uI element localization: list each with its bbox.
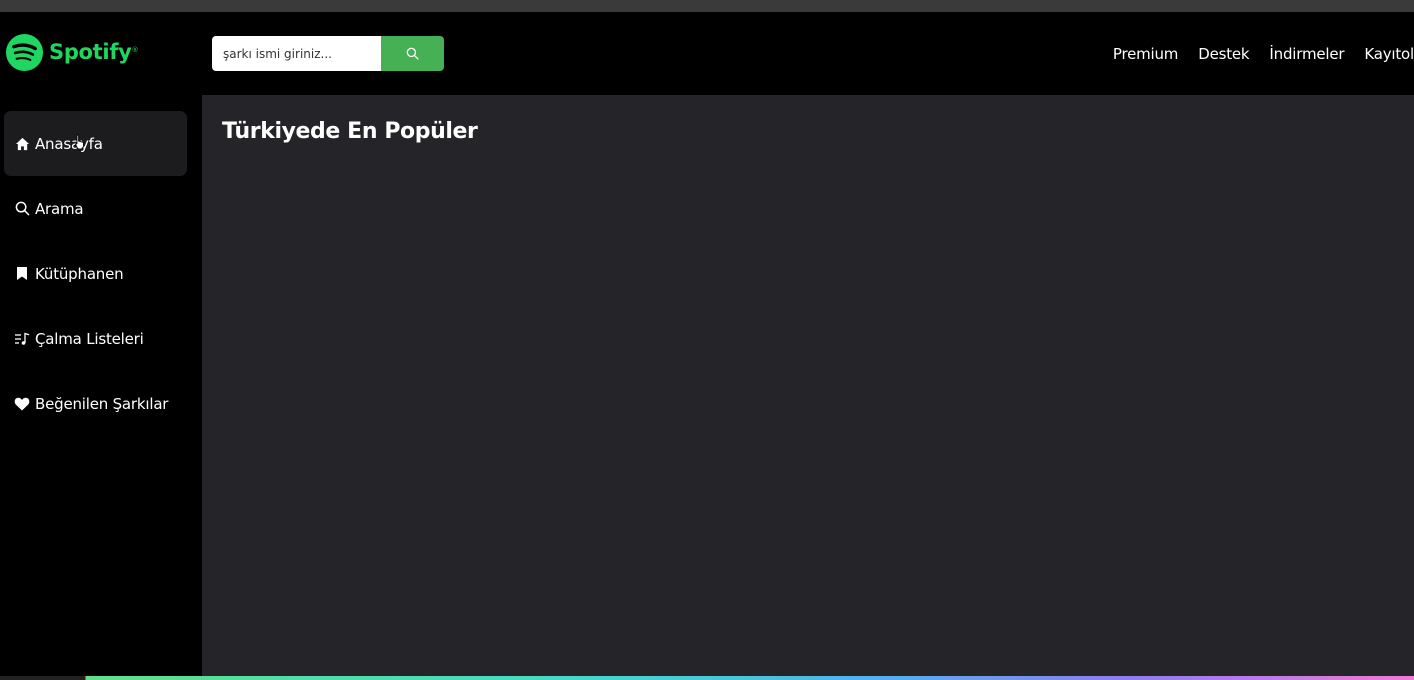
nav-kayitol[interactable]: Kayıtol xyxy=(1364,45,1414,63)
home-icon xyxy=(14,136,30,152)
sidebar-item-begenilen-sarkilar[interactable]: Beğenilen Şarkılar xyxy=(4,371,187,436)
sidebar-item-kutuphanen[interactable]: Kütüphanen xyxy=(4,241,187,306)
sidebar-item-label: Çalma Listeleri xyxy=(35,329,144,348)
nav-premium[interactable]: Premium xyxy=(1113,45,1179,63)
sidebar-item-label: Arama xyxy=(35,199,84,218)
top-header: Spotify ® Premium Destek İndirmeler Kayı… xyxy=(0,12,1414,95)
sidebar: Anasayfa Arama Kütüphanen Çalma Listeler… xyxy=(0,95,202,680)
sidebar-item-label: Beğenilen Şarkılar xyxy=(35,394,169,413)
heart-icon xyxy=(14,396,30,412)
bookmark-icon xyxy=(14,266,30,282)
nav-indirmeler[interactable]: İndirmeler xyxy=(1269,45,1344,63)
top-nav: Premium Destek İndirmeler Kayıtol xyxy=(1093,12,1414,95)
sidebar-item-arama[interactable]: Arama xyxy=(4,176,187,241)
search-button[interactable] xyxy=(381,36,444,71)
page-title: Türkiyede En Popüler xyxy=(222,119,478,144)
sidebar-item-calma-listeleri[interactable]: Çalma Listeleri xyxy=(4,306,187,371)
main-content: Türkiyede En Popüler xyxy=(202,95,1414,676)
sidebar-item-label: Kütüphanen xyxy=(35,264,124,283)
search-icon xyxy=(406,47,419,60)
window-top-strip xyxy=(0,0,1414,12)
spotify-logo[interactable]: Spotify ® xyxy=(5,32,139,72)
sidebar-item-label: Anasayfa xyxy=(35,134,103,153)
sidebar-item-anasayfa[interactable]: Anasayfa xyxy=(4,111,187,176)
logo-text: Spotify xyxy=(49,40,132,64)
search-icon xyxy=(14,201,30,217)
nav-destek[interactable]: Destek xyxy=(1198,45,1249,63)
playlist-icon xyxy=(14,331,30,347)
pointer-cursor-icon xyxy=(74,134,84,150)
search-bar xyxy=(212,36,444,71)
logo-trademark: ® xyxy=(131,46,139,54)
spotify-logo-icon xyxy=(5,33,44,71)
bottom-gradient-bar xyxy=(0,676,1414,680)
search-input[interactable] xyxy=(212,36,381,71)
